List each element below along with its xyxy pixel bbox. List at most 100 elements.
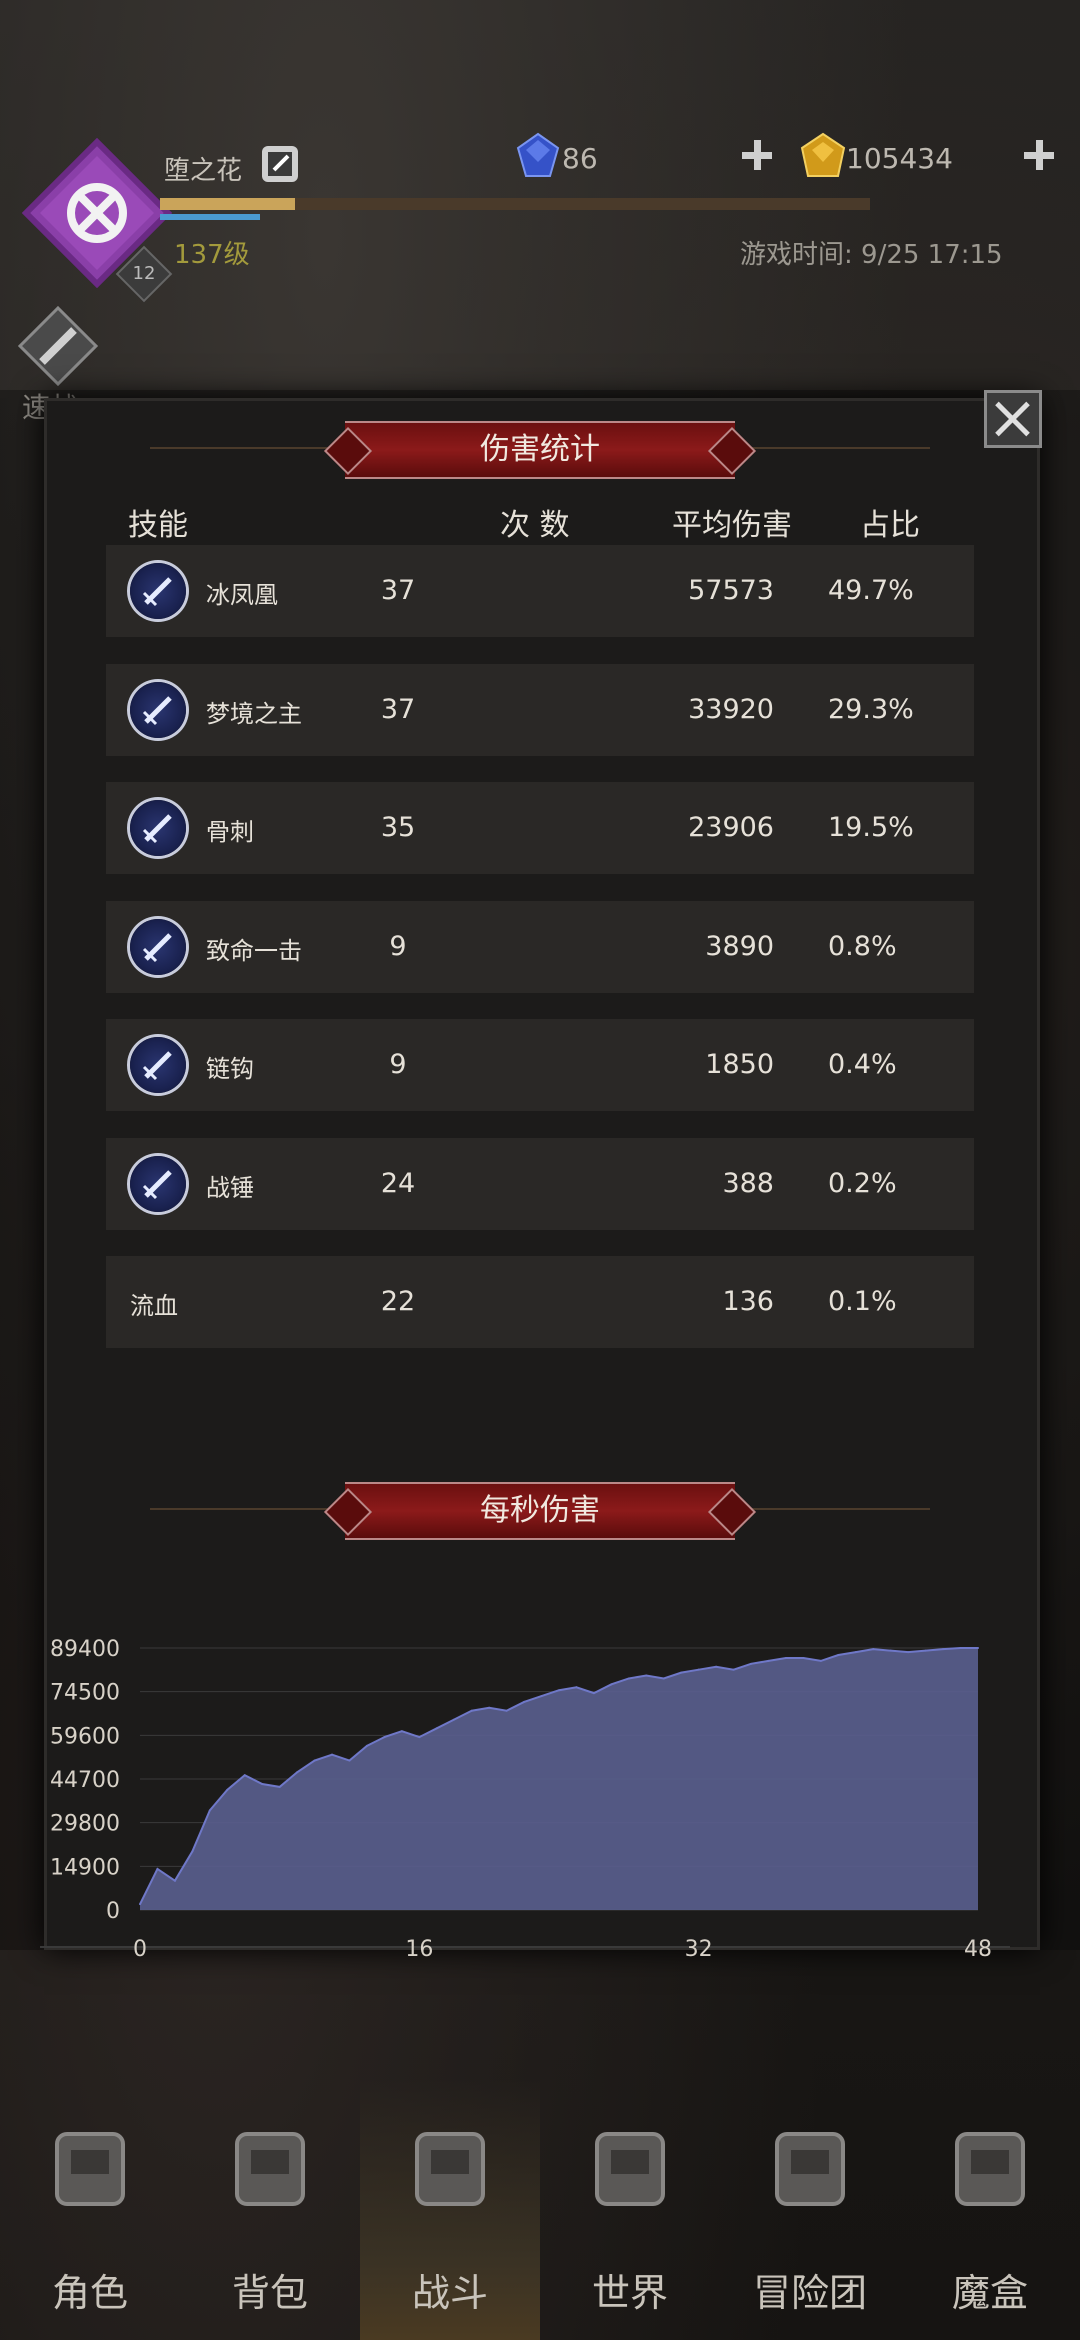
avg-damage: 33920 (688, 693, 774, 725)
edit-name-icon[interactable] (262, 146, 298, 182)
dps-point (418, 1736, 421, 1739)
dps-point (383, 1736, 386, 1739)
skill-name: 流血 (130, 1292, 178, 1320)
world-map-icon (585, 2116, 675, 2216)
dps-point (942, 1648, 945, 1651)
magic-cube-icon (945, 2116, 1035, 2216)
nav-item-label: 魔盒 (951, 2271, 1028, 2315)
dps-point (889, 1649, 892, 1652)
dps-point (453, 1718, 456, 1721)
damage-row: 流血 22 136 0.1% (106, 1256, 974, 1348)
xp-bar (160, 198, 870, 210)
dps-point (715, 1665, 718, 1668)
dps-point (645, 1674, 648, 1677)
damage-row: 链钩 9 1850 0.4% (106, 1019, 974, 1111)
dps-point (313, 1759, 316, 1762)
sword-icon (130, 681, 186, 738)
y-tick-label: 74500 (50, 1681, 120, 1706)
dps-point (837, 1654, 840, 1657)
skill-name: 战锤 (206, 1173, 254, 1202)
sword-icon (130, 800, 186, 856)
dps-point (191, 1850, 194, 1853)
dps-point (977, 1647, 979, 1649)
dps-point (365, 1744, 368, 1747)
player-level: 137级 (174, 240, 250, 270)
dps-point (627, 1677, 630, 1680)
x-tick-label: 0 (133, 1937, 147, 1962)
damage-row: 致命一击 9 3890 0.8% (106, 900, 974, 993)
dps-point (488, 1706, 491, 1709)
dps-point (924, 1649, 927, 1652)
dps-point (819, 1659, 822, 1662)
dps-point (540, 1695, 543, 1698)
dps-point (296, 1771, 299, 1774)
dps-point (575, 1686, 578, 1689)
avg-damage: 1850 (705, 1049, 774, 1080)
damage-ratio: 19.5% (828, 812, 914, 843)
y-tick-label: 29800 (50, 1812, 120, 1837)
nav-item[interactable]: 角色 (0, 2080, 180, 2340)
dps-point (331, 1753, 334, 1756)
nav-item[interactable]: 冒险团 (720, 2080, 900, 2340)
damage-ratio: 0.8% (828, 930, 897, 962)
avg-damage: 23906 (688, 812, 774, 843)
dps-point (156, 1867, 159, 1870)
y-tick-label: 0 (106, 1899, 120, 1924)
add-gold-button[interactable] (1022, 138, 1056, 172)
nav-item-label: 世界 (591, 2271, 668, 2315)
castle-icon (765, 2116, 855, 2216)
backpack-icon (225, 2116, 315, 2216)
dps-point (400, 1730, 403, 1733)
avg-damage: 388 (722, 1167, 774, 1199)
banner-divider (150, 447, 340, 449)
dps-point (348, 1759, 351, 1762)
dps-point (697, 1668, 700, 1671)
dps-point (261, 1782, 264, 1785)
nav-item[interactable]: 世界 (540, 2080, 720, 2340)
skill-name: 梦境之主 (206, 699, 302, 728)
dps-point (523, 1700, 526, 1703)
column-header-ratio: 占比 (860, 508, 920, 543)
add-gems-button[interactable] (740, 138, 774, 172)
nav-item-label: 战斗 (411, 2271, 488, 2315)
dps-point (243, 1774, 246, 1777)
x-tick-label: 16 (405, 1937, 433, 1962)
dps-point (854, 1651, 857, 1654)
ice-phoenix-icon (130, 563, 186, 619)
nav-item[interactable]: 背包 (180, 2080, 360, 2340)
dps-point (662, 1677, 665, 1680)
dps-point (784, 1656, 787, 1659)
damage-ratio: 0.2% (828, 1167, 897, 1199)
skill-name: 链钩 (206, 1055, 254, 1083)
gem-count: 86 (562, 142, 598, 175)
xp-bar-fill (160, 198, 295, 210)
dps-point (610, 1683, 613, 1686)
skill-name: 骨刺 (206, 818, 254, 846)
y-tick-label: 89400 (50, 1637, 120, 1662)
gold-icon (800, 132, 846, 180)
skill-name: 冰凤凰 (206, 581, 278, 609)
dps-point (907, 1651, 910, 1654)
dps-chart-title: 每秒伤害 (345, 1482, 735, 1540)
nav-item[interactable]: 战斗 (360, 2080, 540, 2340)
dps-point (750, 1662, 753, 1665)
skill-name: 致命一击 (206, 936, 302, 965)
mp-bar (160, 214, 260, 220)
y-tick-label: 14900 (50, 1855, 120, 1880)
damage-row: 冰凤凰 37 57573 49.7% (106, 545, 974, 637)
battle-shield-icon (405, 2116, 495, 2216)
dps-chart: 0 14900 29800 44700 59600 74500 89400 0 16 32 48 (40, 1637, 1010, 1962)
column-header-avg-damage: 平均伤害 (672, 508, 792, 543)
dps-point (173, 1879, 176, 1882)
nav-item-label: 角色 (51, 2271, 128, 2315)
dps-point (872, 1648, 875, 1651)
game-time: 游戏时间: 9/25 17:15 (740, 240, 1003, 270)
avg-damage: 136 (722, 1286, 774, 1317)
nav-item[interactable]: 魔盒 (900, 2080, 1080, 2340)
sword-icon (130, 1155, 186, 1212)
dps-point (680, 1671, 683, 1674)
quick-battle-icon[interactable] (17, 305, 99, 387)
dps-point (208, 1809, 211, 1812)
close-button[interactable] (984, 390, 1042, 448)
dps-point (278, 1785, 281, 1788)
